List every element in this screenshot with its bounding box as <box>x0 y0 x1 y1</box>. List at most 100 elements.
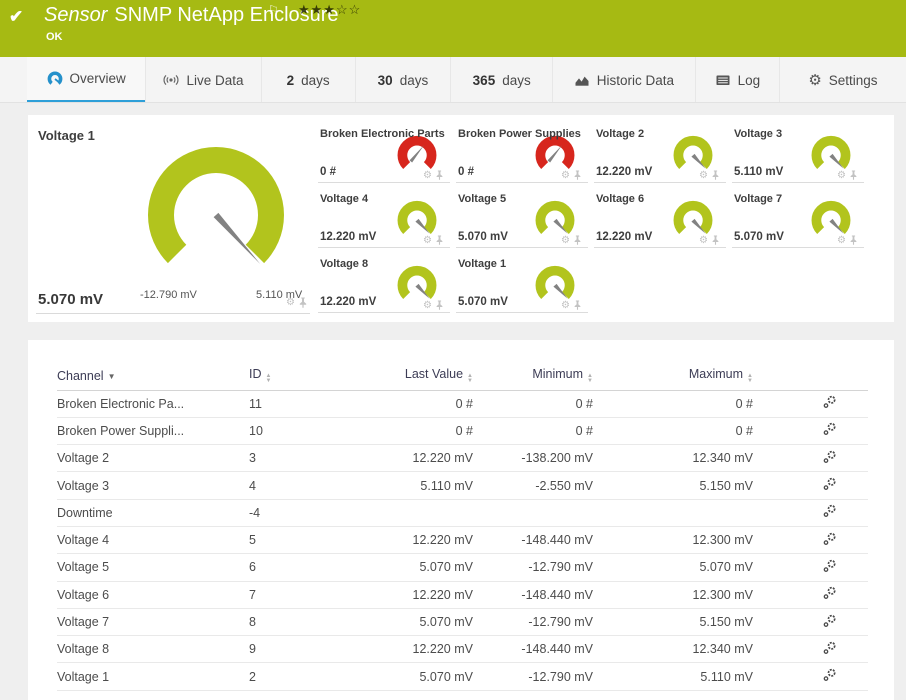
channel-name[interactable]: Voltage 8 <box>57 635 249 664</box>
channel-name[interactable]: Voltage 3 <box>57 471 249 500</box>
table-row[interactable]: Voltage 4 5 12.220 mV -148.440 mV 12.300… <box>57 526 868 555</box>
minimum-value: -148.440 mV <box>473 581 593 609</box>
gauge-pin-icon[interactable] <box>849 235 858 246</box>
column-header-minimum[interactable]: Minimum ▲ ▼ <box>473 362 593 391</box>
gauge-settings-gear-icon[interactable]: ⚙ <box>837 170 846 181</box>
table-row[interactable]: Voltage 1 2 5.070 mV -12.790 mV 5.110 mV <box>57 662 868 691</box>
channel-name[interactable]: Voltage 2 <box>57 444 249 473</box>
gauge-value: 12.220 mV <box>320 296 377 308</box>
tab-log[interactable]: Log <box>694 57 779 102</box>
divider <box>318 247 450 248</box>
table-row[interactable]: Voltage 5 6 5.070 mV -12.790 mV 5.070 mV <box>57 553 868 582</box>
maximum-value: 12.300 mV <box>593 526 753 555</box>
channel-settings-icon[interactable] <box>823 422 837 439</box>
channel-settings-icon[interactable] <box>823 586 837 603</box>
table-row[interactable]: Voltage 8 9 12.220 mV -148.440 mV 12.340… <box>57 635 868 664</box>
gauge-settings-gear-icon[interactable]: ⚙ <box>699 170 708 181</box>
gauge-cell-voltage-7[interactable]: Voltage 7 5.070 mV ⚙ <box>732 190 870 255</box>
channel-name[interactable]: Voltage 7 <box>57 608 249 637</box>
table-row[interactable]: Downtime -4 <box>57 499 868 527</box>
gauge-pin-icon[interactable] <box>573 300 582 311</box>
tab-bar: Overview Live Data 2 days 30 days 365 days … <box>0 57 906 103</box>
gauge-pin-icon[interactable] <box>435 300 444 311</box>
primary-gauge-voltage-1[interactable]: Voltage 1 5.070 mV -12.790 mV 5.110 mV ⚙ <box>28 115 318 322</box>
channel-id: 4 <box>249 471 361 500</box>
channel-settings-icon[interactable] <box>823 614 837 631</box>
gauge-settings-gear-icon[interactable]: ⚙ <box>561 300 570 311</box>
gauge-current-value: 5.070 mV <box>38 291 104 308</box>
gauge-cell-voltage-2[interactable]: Voltage 2 12.220 mV ⚙ <box>594 125 732 190</box>
channel-name[interactable]: Broken Electronic Pa... <box>57 390 249 418</box>
sort-icon: ▲ ▼ <box>587 373 593 385</box>
tab-30-days[interactable]: 30 days <box>354 57 451 102</box>
channel-name[interactable]: Voltage 4 <box>57 526 249 555</box>
channel-name[interactable]: Voltage 6 <box>57 581 249 609</box>
column-header-maximum[interactable]: Maximum ▲ ▼ <box>593 362 753 391</box>
status-badge: OK <box>46 31 63 43</box>
gauge-pin-icon[interactable] <box>849 170 858 181</box>
channel-settings-icon[interactable] <box>823 450 837 467</box>
gauge-pin-icon[interactable] <box>573 235 582 246</box>
tab-2-days[interactable]: 2 days <box>260 57 355 102</box>
channel-name[interactable]: Downtime <box>57 499 249 527</box>
table-row[interactable]: Broken Electronic Pa... 11 0 # 0 # 0 # <box>57 390 868 418</box>
gauge-cell-voltage-3[interactable]: Voltage 3 5.110 mV ⚙ <box>732 125 870 190</box>
column-header-last-value[interactable]: Last Value ▲ ▼ <box>361 362 473 391</box>
table-row[interactable]: Voltage 2 3 12.220 mV -138.200 mV 12.340… <box>57 444 868 473</box>
gauge-pin-icon[interactable] <box>435 170 444 181</box>
channel-settings-icon[interactable] <box>823 668 837 685</box>
gauge-cell-voltage-6[interactable]: Voltage 6 12.220 mV ⚙ <box>594 190 732 255</box>
tab-historic-data[interactable]: Historic Data <box>552 57 695 102</box>
divider <box>594 182 726 183</box>
gauge-cell-voltage-8[interactable]: Voltage 8 12.220 mV ⚙ <box>318 255 456 320</box>
gauge-value: 12.220 mV <box>320 231 377 243</box>
channel-settings-icon[interactable] <box>823 559 837 576</box>
minimum-value <box>473 499 593 527</box>
gauge-cell-voltage-5[interactable]: Voltage 5 5.070 mV ⚙ <box>456 190 594 255</box>
column-header-id[interactable]: ID ▲ ▼ <box>249 362 361 391</box>
channel-settings-icon[interactable] <box>823 641 837 658</box>
channel-id: 6 <box>249 553 361 582</box>
tab-settings[interactable]: ⚙ Settings <box>778 57 906 102</box>
gauge-settings-gear-icon[interactable]: ⚙ <box>837 235 846 246</box>
gauge-pin-icon[interactable] <box>298 297 308 309</box>
channel-settings-icon[interactable] <box>823 395 837 412</box>
channel-settings-icon[interactable] <box>823 504 837 521</box>
gauge-settings-gear-icon[interactable]: ⚙ <box>423 170 432 181</box>
tab-365-days[interactable]: 365 days <box>450 57 552 102</box>
tab-overview[interactable]: Overview <box>27 57 146 102</box>
gauge-settings-gear-icon[interactable]: ⚙ <box>286 298 295 308</box>
tab-live-data[interactable]: Live Data <box>145 57 260 102</box>
tab-label: days <box>502 72 531 88</box>
table-row[interactable]: Voltage 7 8 5.070 mV -12.790 mV 5.150 mV <box>57 608 868 637</box>
gauge-settings-gear-icon[interactable]: ⚙ <box>561 235 570 246</box>
channel-settings-icon[interactable] <box>823 532 837 549</box>
flag-icon[interactable]: ⚐ <box>268 3 279 17</box>
gauge-cell-broken-power-supplies[interactable]: Broken Power Supplies 0 # ⚙ <box>456 125 594 190</box>
gauge-settings-gear-icon[interactable]: ⚙ <box>699 235 708 246</box>
minimum-value: -12.790 mV <box>473 553 593 582</box>
tab-label: days <box>399 72 429 88</box>
gauge-settings-gear-icon[interactable]: ⚙ <box>561 170 570 181</box>
column-header-channel[interactable]: Channel ▼ <box>57 362 249 391</box>
channel-settings-icon[interactable] <box>823 477 837 494</box>
priority-stars[interactable]: ★★★☆☆ <box>298 2 361 18</box>
gauge-pin-icon[interactable] <box>435 235 444 246</box>
table-header-row: Channel ▼ ID ▲ ▼ Last Value ▲ ▼ Minimum ▲ ▼ Max… <box>57 362 868 391</box>
channel-name[interactable]: Voltage 1 <box>57 662 249 691</box>
table-row[interactable]: Broken Power Suppli... 10 0 # 0 # 0 # <box>57 417 868 446</box>
gauge-cell-broken-electronic-parts[interactable]: Broken Electronic Parts 0 # ⚙ <box>318 125 456 190</box>
gauge-cell-voltage-4[interactable]: Voltage 4 12.220 mV ⚙ <box>318 190 456 255</box>
gauge-pin-icon[interactable] <box>573 170 582 181</box>
gauge-settings-gear-icon[interactable]: ⚙ <box>423 300 432 311</box>
channel-name[interactable]: Broken Power Suppli... <box>57 417 249 446</box>
gauge-pin-icon[interactable] <box>711 235 720 246</box>
table-row[interactable]: Voltage 3 4 5.110 mV -2.550 mV 5.150 mV <box>57 471 868 500</box>
gauge-pin-icon[interactable] <box>711 170 720 181</box>
maximum-value: 0 # <box>593 417 753 446</box>
table-row[interactable]: Voltage 6 7 12.220 mV -148.440 mV 12.300… <box>57 581 868 609</box>
channel-name[interactable]: Voltage 5 <box>57 553 249 582</box>
gauge-settings-gear-icon[interactable]: ⚙ <box>423 235 432 246</box>
gauge-value: 5.110 mV <box>734 166 784 178</box>
gauge-cell-voltage-1[interactable]: Voltage 1 5.070 mV ⚙ <box>456 255 594 320</box>
